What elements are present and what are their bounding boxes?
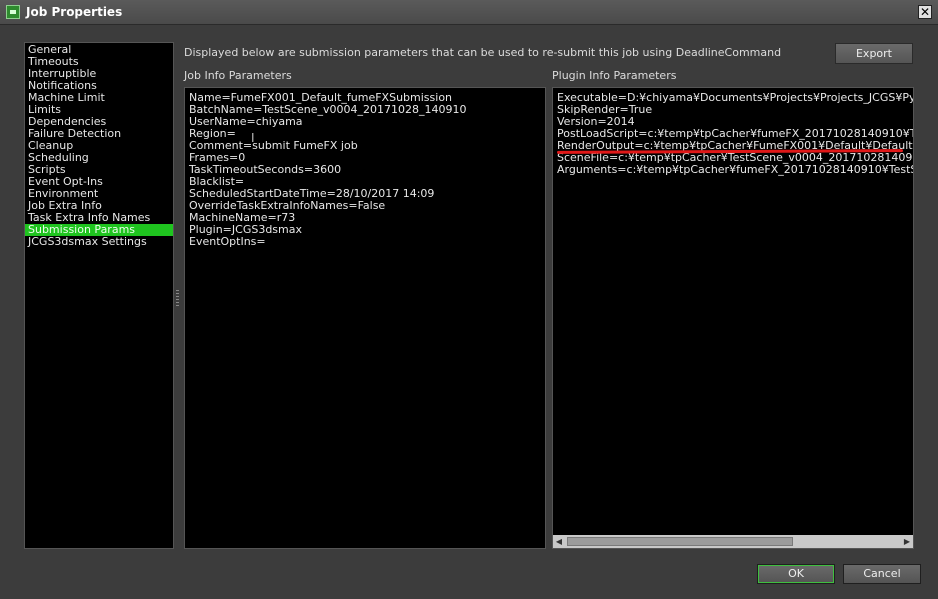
plugin-info-line: Arguments=c:¥temp¥tpCacher¥fumeFX_201710… [557,163,913,176]
cancel-button[interactable]: Cancel [843,564,921,584]
title-bar: Job Properties ✕ [0,0,938,25]
plugin-info-label: Plugin Info Parameters [552,69,677,82]
close-button[interactable]: ✕ [918,5,932,19]
job-info-textbox[interactable]: I Name=FumeFX001_Default_fumeFXSubmissio… [184,87,546,549]
app-icon [6,5,20,19]
horizontal-scrollbar[interactable]: ◀ ▶ [553,535,913,548]
scrollbar-thumb[interactable] [567,537,793,546]
job-info-label: Job Info Parameters [184,69,292,82]
text-cursor-icon: I [251,131,255,145]
plugin-info-textbox[interactable]: Executable=D:¥chiyama¥Documents¥Projects… [552,87,914,549]
splitter-handle[interactable] [176,290,179,308]
nav-item[interactable]: JCGS3dsmax Settings [25,236,173,248]
ok-button[interactable]: OK [757,564,835,584]
scroll-right-icon[interactable]: ▶ [901,535,913,548]
scroll-left-icon[interactable]: ◀ [553,535,565,548]
category-list[interactable]: General Timeouts Interruptible Notification… [24,42,174,549]
window-title: Job Properties [26,5,123,19]
description-text: Displayed below are submission parameter… [184,46,782,59]
job-info-line: UserName=chiyama [189,115,303,128]
export-button[interactable]: Export [835,43,913,64]
job-info-line: EventOptIns= [189,235,266,248]
